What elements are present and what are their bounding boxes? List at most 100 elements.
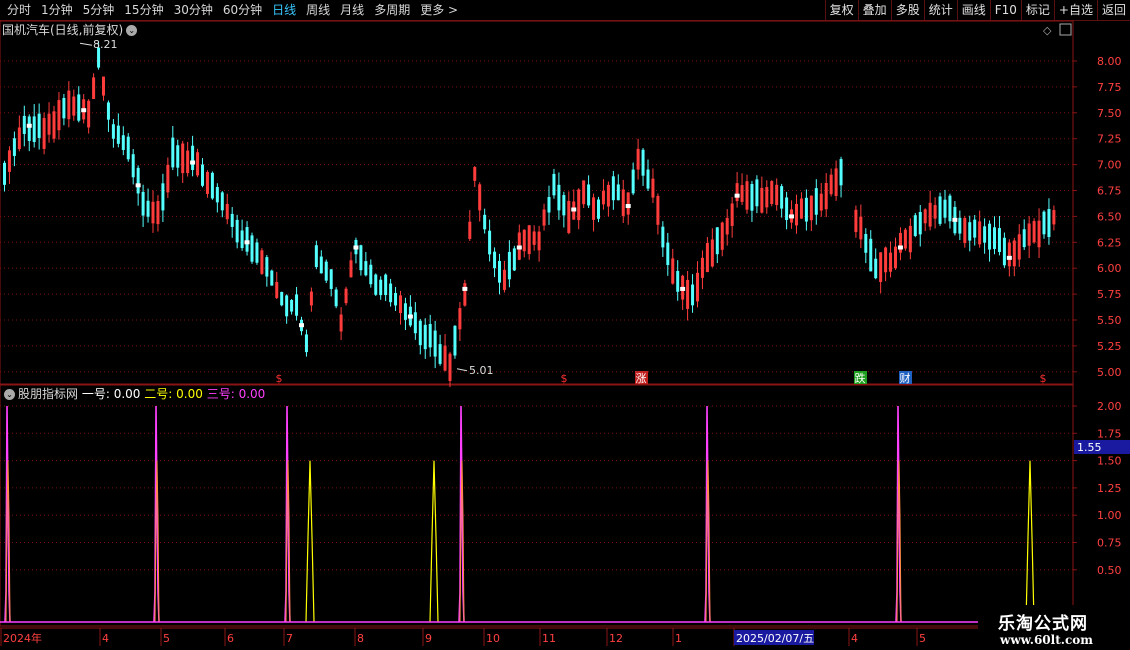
candle-body <box>889 252 893 272</box>
candle-body <box>265 257 269 277</box>
candle-body <box>913 215 917 236</box>
candle-body <box>423 324 427 350</box>
candle-body <box>339 314 343 332</box>
candle-body <box>988 223 992 250</box>
candle-body <box>1037 220 1041 248</box>
candle-body <box>973 219 977 238</box>
candle-body <box>502 269 506 290</box>
white-marker <box>462 286 468 291</box>
event-marker: $ <box>276 372 283 385</box>
candle-body <box>87 100 91 128</box>
candle-body <box>438 344 442 364</box>
candle-body <box>67 90 71 120</box>
candle-body <box>542 209 546 226</box>
event-marker: 财 <box>900 371 911 385</box>
candle-body <box>473 167 477 181</box>
candle-body <box>47 113 51 135</box>
x-tick-label: 4 <box>851 632 858 645</box>
candle-body <box>715 227 719 255</box>
candle-body <box>106 102 110 120</box>
candle-body <box>527 225 531 255</box>
x-tick-label: 2024年 <box>3 631 42 645</box>
panel-toggle-icon <box>1059 23 1072 36</box>
candle-body <box>755 179 759 207</box>
x-tick-label: 6 <box>227 632 234 645</box>
candle-body <box>32 116 36 143</box>
candle-body <box>720 222 724 250</box>
candle-body <box>963 218 967 244</box>
y-tick-label: 7.00 <box>1097 159 1122 172</box>
candle-body <box>666 242 670 266</box>
y-tick-label: 6.75 <box>1097 185 1122 198</box>
y-tick-label: 7.50 <box>1097 107 1122 120</box>
candle-body <box>705 243 709 273</box>
candle-body <box>616 184 620 201</box>
candle-body <box>829 174 833 195</box>
chevron-down-icon[interactable]: ⌄ <box>4 389 15 400</box>
candle-body <box>77 94 81 121</box>
candle-body <box>651 178 655 198</box>
candle-body <box>928 202 932 227</box>
candle-body <box>27 116 31 141</box>
candle-body <box>116 125 120 144</box>
candle-body <box>448 353 452 381</box>
candle-body <box>938 196 942 224</box>
candle-body <box>898 232 902 253</box>
chart-canvas: 8.21 5.01 $ $ 涨 跌 财 $ 8.00 7.75 7.50 7.25 7.00 6.75 6… <box>0 20 1130 646</box>
candle-body <box>557 184 561 211</box>
candle-body <box>641 149 645 176</box>
white-marker <box>26 123 32 128</box>
y-tick-label: 6.00 <box>1097 262 1122 275</box>
candle-body <box>7 150 11 172</box>
candle-body <box>146 200 150 217</box>
candle-body <box>834 168 838 197</box>
series3-value: 0.00 <box>238 387 266 401</box>
candle-body <box>433 330 437 357</box>
candle-body <box>102 76 105 96</box>
y-tick-label: 5.00 <box>1097 366 1122 379</box>
candle-body <box>799 198 803 219</box>
candle-body <box>17 127 21 150</box>
candle-body <box>522 229 526 252</box>
candle-body <box>136 167 140 194</box>
candle-body <box>374 274 378 295</box>
candle-body <box>1052 210 1056 225</box>
candle-body <box>809 195 813 221</box>
candle-body <box>780 186 784 209</box>
x-tick-label: 5 <box>163 632 170 645</box>
candle-body <box>111 124 115 139</box>
candle-body <box>1047 209 1051 238</box>
candle-body <box>141 191 145 216</box>
y-tick-label: 7.75 <box>1097 81 1122 94</box>
candle-body <box>309 291 313 306</box>
candle-body <box>92 77 96 99</box>
candle-body <box>923 209 927 224</box>
candle-body <box>933 205 937 219</box>
candle-body <box>240 230 244 249</box>
white-marker <box>625 204 631 209</box>
candle-body <box>804 197 808 222</box>
candle-body <box>997 228 1001 253</box>
candle-body <box>166 164 170 193</box>
series2-spike <box>1025 460 1035 623</box>
x-tick-label: 12 <box>609 632 623 645</box>
candle-body <box>37 113 41 138</box>
watermark-title: 乐淘公式网 <box>998 614 1088 634</box>
candle-body <box>740 185 744 202</box>
candle-body <box>621 189 625 216</box>
candle-body <box>631 169 635 194</box>
candle-body <box>270 270 274 286</box>
candle-body <box>918 212 922 235</box>
candle-body <box>329 269 333 289</box>
candle-body <box>280 291 284 306</box>
cursor-value: 1.55 <box>1077 441 1102 454</box>
candle-body <box>730 203 734 226</box>
series2-label: 二号: <box>144 387 173 401</box>
white-marker <box>789 214 795 219</box>
candle-body <box>884 247 888 273</box>
candle-body <box>1012 240 1016 267</box>
candle-body <box>1002 237 1006 266</box>
candle-body <box>795 203 798 226</box>
white-marker <box>353 245 359 250</box>
y-tick-label: 5.75 <box>1097 288 1122 301</box>
